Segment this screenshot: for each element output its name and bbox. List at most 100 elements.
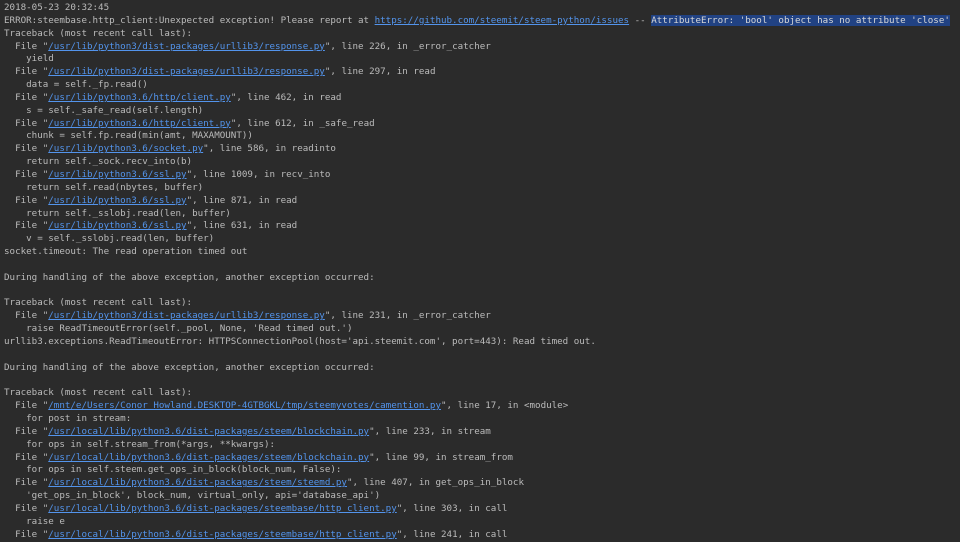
output-line: File "/usr/lib/python3/dist-packages/url…	[4, 310, 960, 323]
output-line: return self._sock.recv_into(b)	[4, 156, 960, 169]
output-line: During handling of the above exception, …	[4, 362, 960, 375]
output-text: ", line 407, in get_ops_in_block	[346, 477, 524, 489]
output-text: ", line 233, in stream	[369, 425, 491, 437]
output-text: yield	[4, 53, 54, 65]
output-line: socket.timeout: The read operation timed…	[4, 246, 960, 259]
output-text: ERROR:steembase.http_client:Unexpected e…	[4, 14, 375, 26]
output-text: return self._sock.recv_into(b)	[4, 156, 193, 168]
output-text: File "	[4, 502, 49, 514]
output-text: ", line 1009, in recv_into	[186, 168, 331, 180]
output-text: File "	[4, 528, 49, 540]
output-line: return self.read(nbytes, buffer)	[4, 182, 960, 195]
output-text: data = self._fp.read()	[4, 79, 148, 91]
file-link[interactable]: /mnt/e/Users/Conor Howland.DESKTOP-4GTBG…	[48, 400, 441, 411]
output-line: for post in stream:	[4, 413, 960, 426]
output-text: v = self._sslobj.read(len, buffer)	[4, 233, 215, 245]
output-text: return self._sslobj.read(len, buffer)	[4, 207, 231, 219]
output-text: ", line 612, in _safe_read	[230, 117, 375, 129]
output-text: File "	[4, 451, 49, 463]
output-text: 'get_ops_in_block', block_num, virtual_o…	[4, 490, 381, 502]
output-line: yield	[4, 53, 960, 66]
output-line: urllib3.exceptions.ReadTimeoutError: HTT…	[4, 336, 960, 349]
output-text: 2018-05-23 20:32:45	[4, 2, 110, 13]
output-line: File "/usr/local/lib/python3.6/dist-pack…	[4, 503, 960, 516]
output-line: raise e	[4, 516, 960, 529]
output-line: v = self._sslobj.read(len, buffer)	[4, 233, 960, 246]
output-text: File "	[4, 66, 49, 78]
output-line: File "/usr/lib/python3.6/socket.py", lin…	[4, 143, 960, 156]
output-text: File "	[4, 310, 49, 322]
output-text: File "	[4, 477, 49, 489]
output-line: ERROR:steembase.http_client:Unexpected e…	[4, 14, 960, 28]
output-text: Traceback (most recent call last):	[4, 297, 193, 309]
file-link[interactable]: /usr/lib/python3.6/ssl.py	[48, 169, 186, 180]
file-link[interactable]: /usr/lib/python3/dist-packages/urllib3/r…	[48, 310, 325, 321]
output-line: File "/usr/local/lib/python3.6/dist-pack…	[4, 426, 960, 439]
output-text: ", line 17, in <module>	[441, 400, 569, 412]
output-line: File "/usr/local/lib/python3.6/dist-pack…	[4, 529, 960, 542]
output-line: 2018-05-23 20:32:45	[4, 2, 960, 15]
output-line: File "/usr/lib/python3.6/http/client.py"…	[4, 118, 960, 131]
file-link[interactable]: /usr/lib/python3.6/ssl.py	[48, 220, 186, 231]
output-text: ", line 231, in _error_catcher	[324, 310, 491, 322]
file-link[interactable]: /usr/local/lib/python3.6/dist-packages/s…	[48, 529, 396, 540]
file-link[interactable]: /usr/lib/python3/dist-packages/urllib3/r…	[48, 66, 325, 77]
output-text: File "	[4, 91, 49, 103]
selected-text: AttributeError: 'bool' object has no att…	[651, 14, 950, 26]
output-text: File "	[4, 194, 49, 206]
output-line: Traceback (most recent call last):	[4, 297, 960, 310]
output-text: --	[629, 14, 652, 26]
file-link[interactable]: /usr/local/lib/python3.6/dist-packages/s…	[48, 452, 369, 463]
output-text: ", line 462, in read	[230, 91, 342, 103]
output-text: ", line 226, in _error_catcher	[324, 40, 491, 52]
file-link[interactable]: https://github.com/steemit/steem-python/…	[375, 15, 629, 26]
output-text: ", line 297, in read	[324, 66, 436, 78]
output-text: ", line 303, in call	[396, 502, 508, 514]
output-text: urllib3.exceptions.ReadTimeoutError: HTT…	[4, 335, 596, 347]
file-link[interactable]: /usr/lib/python3.6/socket.py	[48, 143, 203, 154]
output-text: ", line 871, in read	[186, 194, 298, 206]
output-text: chunk = self.fp.read(min(amt, MAXAMOUNT)…	[4, 130, 253, 142]
output-line: data = self._fp.read()	[4, 79, 960, 92]
output-line: File "/usr/local/lib/python3.6/dist-pack…	[4, 452, 960, 465]
output-line: chunk = self.fp.read(min(amt, MAXAMOUNT)…	[4, 130, 960, 143]
file-link[interactable]: /usr/local/lib/python3.6/dist-packages/s…	[48, 503, 396, 514]
file-link[interactable]: /usr/lib/python3.6/http/client.py	[48, 92, 231, 103]
output-text: ", line 586, in readinto	[203, 143, 336, 155]
output-text: socket.timeout: The read operation timed…	[4, 246, 248, 258]
output-text: Traceback (most recent call last):	[4, 387, 193, 399]
file-link[interactable]: /usr/lib/python3.6/ssl.py	[48, 195, 186, 206]
file-link[interactable]: /usr/lib/python3/dist-packages/urllib3/r…	[48, 41, 325, 52]
output-text: File "	[4, 168, 49, 180]
output-text: for post in stream:	[4, 413, 132, 424]
output-line: 'get_ops_in_block', block_num, virtual_o…	[4, 490, 960, 503]
output-text: File "	[4, 220, 49, 232]
output-text: return self.read(nbytes, buffer)	[4, 181, 204, 193]
output-text: Traceback (most recent call last):	[4, 27, 193, 39]
output-line: return self._sslobj.read(len, buffer)	[4, 208, 960, 221]
output-text: ", line 99, in stream_from	[369, 451, 513, 463]
terminal-output[interactable]: 2018-05-23 20:32:45 ERROR:steembase.http_…	[0, 0, 960, 542]
output-line: File "/usr/lib/python3.6/http/client.py"…	[4, 92, 960, 105]
output-text: During handling of the above exception, …	[4, 271, 375, 283]
output-line: Traceback (most recent call last):	[4, 387, 960, 400]
output-text: raise ReadTimeoutError(self._pool, None,…	[4, 323, 353, 335]
output-line: File "/usr/local/lib/python3.6/dist-pack…	[4, 477, 960, 490]
output-text: ", line 631, in read	[186, 220, 298, 232]
file-link[interactable]: /usr/lib/python3.6/http/client.py	[48, 118, 231, 129]
output-line: for ops in self.stream_from(*args, **kwa…	[4, 439, 960, 452]
output-text: ", line 241, in call	[396, 528, 508, 540]
output-line: for ops in self.steem.get_ops_in_block(b…	[4, 464, 960, 477]
output-text: for ops in self.steem.get_ops_in_block(b…	[4, 464, 342, 476]
file-link[interactable]: /usr/local/lib/python3.6/dist-packages/s…	[48, 426, 369, 437]
output-line: During handling of the above exception, …	[4, 272, 960, 285]
output-line: File "/mnt/e/Users/Conor Howland.DESKTOP…	[4, 400, 960, 413]
output-text: During handling of the above exception, …	[4, 361, 375, 373]
output-line: File "/usr/lib/python3.6/ssl.py", line 6…	[4, 220, 960, 233]
file-link[interactable]: /usr/local/lib/python3.6/dist-packages/s…	[48, 477, 347, 488]
output-text: File "	[4, 425, 49, 437]
output-text: File "	[4, 117, 49, 129]
